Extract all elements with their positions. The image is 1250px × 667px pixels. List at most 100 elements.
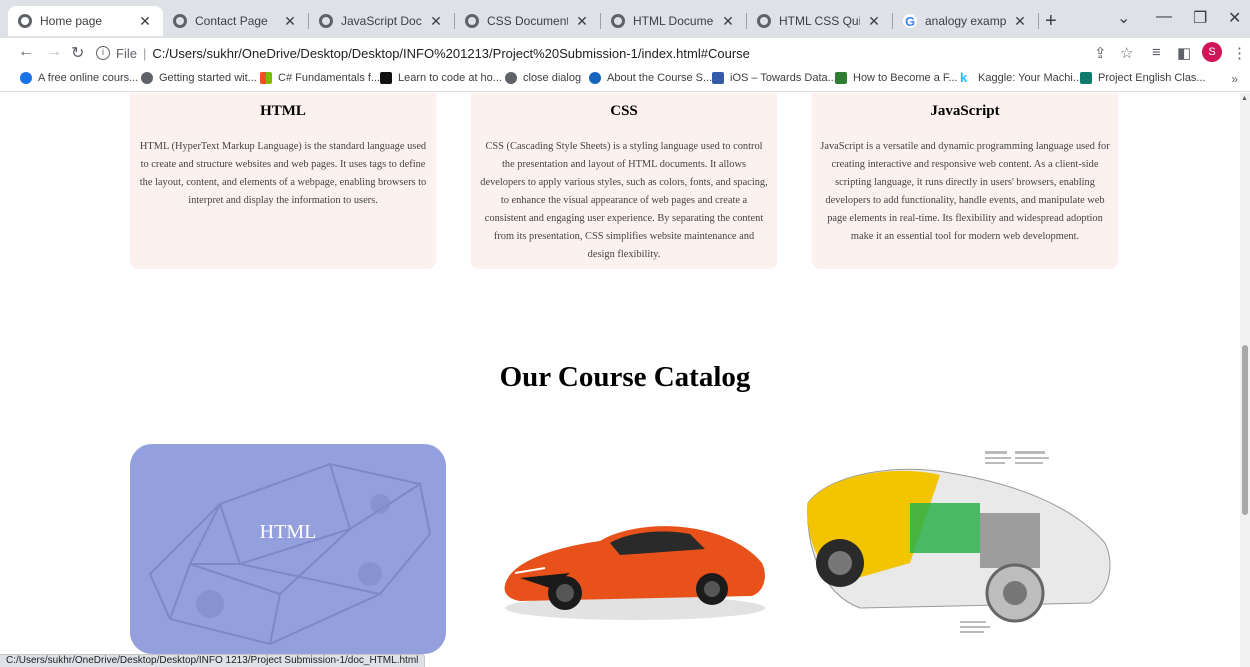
forward-arrow-icon[interactable]: → xyxy=(46,43,62,61)
globe-icon xyxy=(141,72,153,84)
bookmark-item[interactable]: Getting started wit... xyxy=(141,72,257,84)
profile-avatar[interactable]: S xyxy=(1202,42,1222,62)
more-bookmarks-icon[interactable]: » xyxy=(1231,72,1238,86)
bookmark-label: iOS – Towards Data... xyxy=(730,72,837,84)
card-text: CSS (Cascading Style Sheets) is a stylin… xyxy=(480,141,768,260)
browser-toolbar: ← → ↻ i File | C:/Users/sukhr/OneDrive/D… xyxy=(0,38,1250,68)
google-icon: G xyxy=(903,13,917,29)
bookmark-label: A free online cours... xyxy=(38,72,139,84)
bookmark-favicon-icon xyxy=(835,72,847,84)
bookmark-item[interactable]: C# Fundamentals f... xyxy=(260,72,380,84)
bookmark-item[interactable]: How to Become a F... xyxy=(835,72,958,84)
bookmark-label: Project English Clas... xyxy=(1098,72,1206,84)
bookmark-label: Getting started wit... xyxy=(159,72,257,84)
bookmark-item[interactable]: Learn to code at ho... xyxy=(380,72,502,84)
tab-analogy-examples[interactable]: G analogy examples - G ✕ xyxy=(893,6,1038,36)
tab-separator xyxy=(1038,13,1039,29)
bookmarks-bar: A free online cours... Getting started w… xyxy=(0,68,1250,92)
course-card-javascript[interactable] xyxy=(800,443,1120,663)
info-card-html: HTML HTML (HyperText Markup Language) is… xyxy=(130,93,436,269)
url-divider: | xyxy=(142,45,147,61)
tab-title: Home page xyxy=(40,14,103,28)
tab-title: Contact Page xyxy=(195,14,268,28)
tab-search-chevron-icon[interactable]: ⌄ xyxy=(1117,8,1130,28)
tab-contact-page[interactable]: Contact Page ✕ xyxy=(163,6,308,36)
tab-title: HTML CSS Quiz xyxy=(779,14,860,28)
bookmark-item[interactable]: About the Course S... xyxy=(589,72,712,84)
tab-title: HTML Documentation xyxy=(633,14,714,28)
menu-kebab-icon[interactable]: ⋮ xyxy=(1232,44,1247,62)
close-icon[interactable]: ✕ xyxy=(720,13,736,30)
bookmark-label: Kaggle: Your Machi... xyxy=(978,72,1082,84)
info-card-css: CSS CSS (Cascading Style Sheets) is a st… xyxy=(471,93,777,269)
status-bar-url: C:/Users/sukhr/OneDrive/Desktop/Desktop/… xyxy=(0,654,426,667)
bookmark-label: Learn to code at ho... xyxy=(398,72,502,84)
bookmark-label: C# Fundamentals f... xyxy=(278,72,381,84)
new-tab-button[interactable]: + xyxy=(1045,10,1057,33)
bookmark-item[interactable]: Project English Clas... xyxy=(1080,72,1206,84)
reading-list-icon[interactable]: ≡ xyxy=(1152,44,1161,61)
minimize-button[interactable]: — xyxy=(1156,8,1172,26)
tab-strip: Home page ✕ Contact Page ✕ JavaScript Do… xyxy=(0,0,1250,38)
restore-button[interactable]: ❐ xyxy=(1193,8,1207,28)
page-viewport: HTML HTML (HyperText Markup Language) is… xyxy=(0,93,1240,667)
close-icon[interactable]: ✕ xyxy=(282,13,298,30)
card-title: HTML xyxy=(260,103,306,119)
close-icon[interactable]: ✕ xyxy=(1012,13,1028,30)
course-card-css[interactable] xyxy=(490,493,780,623)
tab-title: JavaScript Documenta xyxy=(341,14,422,28)
tab-html-css-quiz[interactable]: HTML CSS Quiz ✕ xyxy=(747,6,892,36)
close-icon[interactable]: ✕ xyxy=(137,13,153,30)
tab-html-documentation[interactable]: HTML Documentation ✕ xyxy=(601,6,746,36)
bookmark-label: close dialog xyxy=(523,72,582,84)
orange-sports-car-image xyxy=(504,526,765,620)
freecodecamp-icon xyxy=(380,72,392,84)
url-text[interactable]: C:/Users/sukhr/OneDrive/Desktop/Desktop/… xyxy=(152,46,750,61)
scrollbar-thumb[interactable] xyxy=(1242,345,1248,515)
card-title: JavaScript xyxy=(930,103,1000,119)
bookmark-label: About the Course S... xyxy=(607,72,713,84)
tab-css-documentation[interactable]: CSS Documentation ✕ xyxy=(455,6,600,36)
scroll-up-arrow-icon[interactable]: ▲ xyxy=(1241,95,1248,102)
page-scrollbar[interactable]: ▲ xyxy=(1240,93,1250,667)
card-title: CSS xyxy=(610,103,638,119)
microsoft-icon xyxy=(260,72,272,84)
bookmark-item[interactable]: k Kaggle: Your Machi... xyxy=(960,70,1082,85)
tab-title: analogy examples - G xyxy=(925,14,1006,28)
bookmark-item[interactable]: iOS – Towards Data... xyxy=(712,72,837,84)
url-scheme: File xyxy=(116,45,137,61)
car-chassis-image xyxy=(148,462,432,646)
address-bar[interactable]: i File | C:/Users/sukhr/OneDrive/Desktop… xyxy=(96,40,1096,66)
close-icon[interactable]: ✕ xyxy=(866,13,882,30)
course-card-html[interactable]: HTML xyxy=(130,444,446,654)
side-panel-icon[interactable]: ◧ xyxy=(1177,44,1191,62)
back-arrow-icon[interactable]: ← xyxy=(18,43,34,61)
tab-javascript-documentation[interactable]: JavaScript Documenta ✕ xyxy=(309,6,454,36)
globe-icon xyxy=(611,14,625,28)
yellow-supercar-cutaway-image xyxy=(807,451,1111,633)
card-text: JavaScript is a versatile and dynamic pr… xyxy=(820,141,1110,242)
card-text: HTML (HyperText Markup Language) is the … xyxy=(139,141,427,206)
sharepoint-icon xyxy=(1080,72,1092,84)
close-window-button[interactable]: ✕ xyxy=(1228,8,1241,28)
globe-icon xyxy=(757,14,771,28)
bookmark-favicon-icon xyxy=(20,72,32,84)
tab-title: CSS Documentation xyxy=(487,14,568,28)
bookmark-item[interactable]: close dialog xyxy=(505,72,581,84)
info-icon[interactable]: i xyxy=(96,46,110,60)
globe-icon xyxy=(18,14,32,28)
reload-icon[interactable]: ↻ xyxy=(71,43,84,63)
globe-icon xyxy=(173,14,187,28)
close-icon[interactable]: ✕ xyxy=(574,13,590,30)
kaggle-icon: k xyxy=(960,70,968,85)
globe-icon xyxy=(319,14,333,28)
bookmark-star-icon[interactable]: ☆ xyxy=(1120,44,1133,62)
towards-data-science-icon xyxy=(712,72,724,84)
bookmark-item[interactable]: A free online cours... xyxy=(20,72,138,84)
course-icon xyxy=(589,72,601,84)
globe-icon xyxy=(505,72,517,84)
close-icon[interactable]: ✕ xyxy=(428,13,444,30)
share-icon[interactable]: ⇪ xyxy=(1094,44,1107,62)
catalog-heading: Our Course Catalog xyxy=(499,361,751,393)
tab-home-page[interactable]: Home page ✕ xyxy=(8,6,163,36)
